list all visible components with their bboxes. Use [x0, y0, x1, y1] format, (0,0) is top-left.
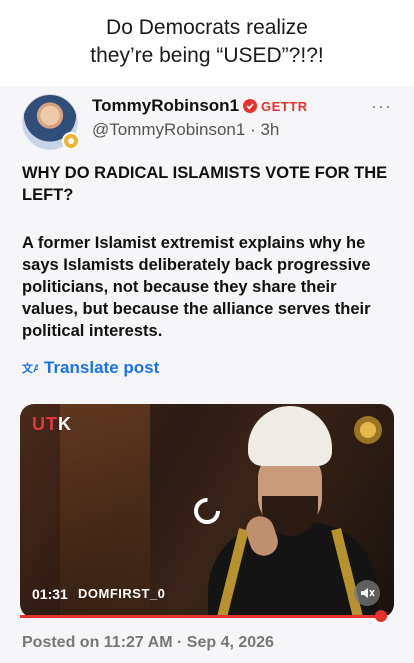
channel-logo-k: K: [58, 414, 72, 434]
channel-logo: UTK: [32, 414, 72, 435]
muted-speaker-icon: [361, 588, 375, 598]
post-body: WHY DO RADICAL ISLAMISTS VOTE FOR THE LE…: [22, 162, 394, 368]
post-header: TommyRobinson1 GETTR @TommyRobinson1 · 3…: [22, 94, 396, 154]
lion-emblem-icon: [354, 416, 382, 444]
video-channel: DOMFIRST_0: [78, 586, 166, 601]
caption-line-2: they’re being “USED”?!?!: [90, 44, 324, 67]
post-age: 3h: [260, 120, 280, 139]
video-progress-track[interactable]: [20, 615, 388, 618]
channel-logo-ut: UT: [32, 414, 58, 434]
author-handle[interactable]: @TommyRobinson1: [92, 120, 245, 139]
video-progress-fill: [20, 615, 381, 618]
translate-label[interactable]: Translate post: [44, 358, 159, 378]
post-card: TommyRobinson1 GETTR @TommyRobinson1 · 3…: [0, 86, 414, 663]
meme-caption: Do Democrats realize they’re being “USED…: [0, 14, 414, 70]
post-text: A former Islamist extremist explains why…: [22, 234, 371, 340]
video-player[interactable]: UTK 01:31 DOMFIRST_0: [20, 404, 394, 618]
handle-row: @TommyRobinson1 · 3h: [92, 120, 279, 140]
badge-icon: [62, 132, 80, 150]
posted-timestamp: Posted on 11:27 AM · Sep 4, 2026: [22, 634, 274, 651]
mute-button[interactable]: [354, 580, 380, 606]
more-options-icon[interactable]: ···: [371, 96, 392, 117]
svg-text:文A: 文A: [22, 361, 38, 375]
video-time: 01:31: [32, 586, 68, 602]
verified-icon: [243, 99, 258, 113]
brand-label: GETTR: [261, 98, 308, 114]
translate-button[interactable]: 文A Translate post: [22, 358, 159, 378]
caption-line-1: Do Democrats realize: [106, 16, 308, 39]
loading-spinner-icon: [194, 498, 220, 524]
video-progress-handle[interactable]: [374, 610, 387, 622]
post-headline: WHY DO RADICAL ISLAMISTS VOTE FOR THE LE…: [22, 164, 388, 204]
translate-icon: 文A: [22, 361, 38, 375]
author-name[interactable]: TommyRobinson1: [92, 96, 239, 116]
time-separator: ·: [250, 120, 256, 139]
